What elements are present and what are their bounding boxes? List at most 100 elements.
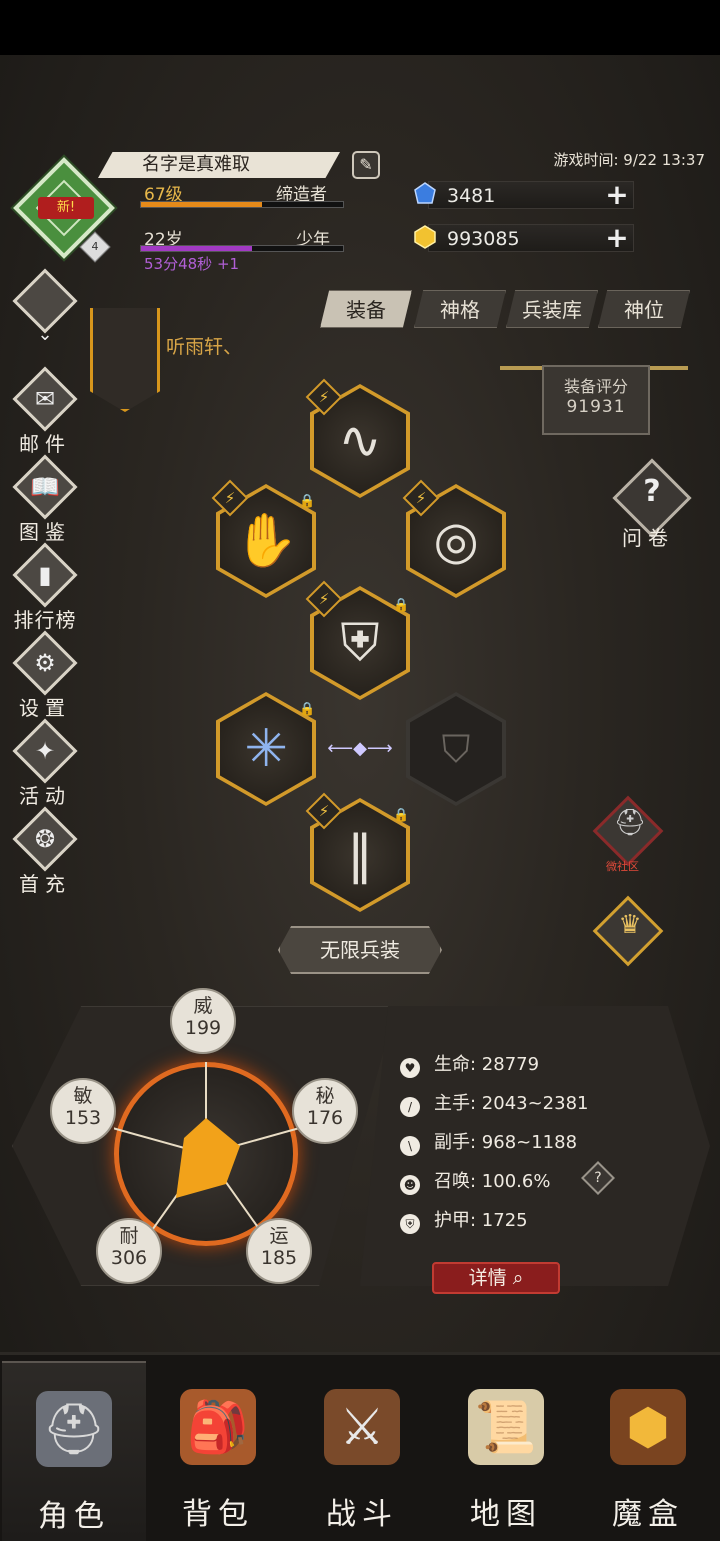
side-item-label: 活动 <box>19 784 71 808</box>
survey-label: 问卷 <box>622 526 674 550</box>
community-label: 微社区 <box>606 860 639 873</box>
avatar-level-number: 4 <box>91 240 99 253</box>
stat-wei: 威 199 <box>170 988 236 1054</box>
new-badge: 新! <box>38 197 94 219</box>
side-item-first-recharge[interactable]: ❂ 首充 <box>8 806 82 898</box>
status-bar <box>0 0 720 55</box>
score-value: 91931 <box>566 397 626 417</box>
add-gold-button[interactable]: + <box>603 224 631 253</box>
lock-icon: 🔒 <box>393 808 410 823</box>
side-item-handbook[interactable]: 📖 图鉴 <box>8 454 82 546</box>
chevron-down-icon: ⌄ <box>37 324 53 345</box>
nav-label: 战斗 <box>326 1497 398 1532</box>
gem-amount: 3481 <box>447 185 496 207</box>
side-item-label: 首充 <box>19 872 71 896</box>
character-screen: { "header": { "name": "名字是真难取", "level":… <box>0 0 720 1541</box>
guild-banner[interactable] <box>90 308 160 412</box>
age-timer: 53分48秒 +1 <box>144 255 240 273</box>
lock-icon: 🔒 <box>299 702 316 717</box>
bolt-icon: ⚡ <box>224 489 236 507</box>
weapon-link-icon: ⟵◆⟶ <box>327 738 393 759</box>
book-icon: 📖 <box>30 473 60 501</box>
first-recharge-icon: ❂ <box>34 825 56 853</box>
bolt-icon: ⚡ <box>415 489 427 507</box>
blue-gem-icon <box>414 182 436 204</box>
helmet-icon: ⛑ <box>36 1391 112 1467</box>
gem-currency-box: 3481 + <box>428 181 634 209</box>
pencil-icon: ✎ <box>359 155 373 174</box>
shield-icon: ⛉ <box>410 696 502 802</box>
stat-mi: 秘 176 <box>292 1078 358 1144</box>
gold-amount: 993085 <box>447 228 520 250</box>
guild-name: 听雨轩、 <box>166 336 243 358</box>
player-name: 名字是真难取 <box>98 152 340 178</box>
edit-name-button[interactable]: ✎ <box>352 151 380 179</box>
question-icon: ? <box>643 474 661 509</box>
tab-divinity[interactable]: 神格 <box>414 290 506 328</box>
attr-mainhand: / 主手: 2043~2381 <box>400 1089 589 1117</box>
nav-battle[interactable]: ⚔ 战斗 <box>290 1361 434 1541</box>
side-item-label: 图鉴 <box>19 520 71 544</box>
stat-nai: 耐 306 <box>96 1218 162 1284</box>
bolt-icon: ⚡ <box>318 388 330 406</box>
bolt-icon: ⚡ <box>318 590 330 608</box>
stat-yun: 运 185 <box>246 1218 312 1284</box>
side-item-ranking[interactable]: ▮ 排行榜 <box>8 542 82 634</box>
nav-label: 背包 <box>182 1497 254 1532</box>
nav-magic-box[interactable]: ⬢ 魔盒 <box>576 1361 720 1541</box>
battle-icon: ⚔ <box>324 1389 400 1465</box>
side-item-settings[interactable]: ⚙ 设置 <box>8 630 82 722</box>
heart-icon: ♥ <box>400 1058 420 1078</box>
nav-backpack[interactable]: 🎒 背包 <box>146 1361 290 1541</box>
magic-box-icon: ⬢ <box>610 1389 686 1465</box>
bottom-nav: ⛑ 角色 🎒 背包 ⚔ 战斗 📜 地图 ⬢ 魔盒 <box>0 1352 720 1541</box>
score-label: 装备评分 <box>563 377 628 396</box>
nav-label: 地图 <box>470 1497 542 1532</box>
lock-icon: 🔒 <box>299 494 316 509</box>
lock-icon: 🔒 <box>393 598 410 613</box>
sword-icon: / <box>400 1097 420 1117</box>
infinite-armament-button[interactable]: 无限兵装 <box>278 926 442 974</box>
nav-label: 魔盒 <box>612 1497 684 1532</box>
search-icon: ⌕ <box>512 1267 524 1289</box>
side-item-label: 设置 <box>19 696 71 720</box>
gold-gem-icon <box>414 225 436 249</box>
map-icon: 📜 <box>468 1389 544 1465</box>
side-item-events[interactable]: ✦ 活动 <box>8 718 82 810</box>
offhand-icon: \ <box>400 1136 420 1156</box>
age-progress-bar <box>140 245 344 252</box>
side-item-mail[interactable]: ✉ 邮件 <box>8 366 82 458</box>
gear-icon: ⚙ <box>34 649 56 677</box>
radar-shape <box>176 1118 240 1198</box>
side-item-label: 邮件 <box>19 432 71 456</box>
knight-helmet-icon: ⛑ <box>613 808 647 838</box>
game-time: 游戏时间: 9/22 13:37 <box>553 151 705 169</box>
tab-equipment[interactable]: 装备 <box>320 290 412 328</box>
side-item-label: 排行榜 <box>13 608 77 632</box>
tab-armory[interactable]: 兵装库 <box>506 290 598 328</box>
side-menu-toggle[interactable]: ⌄ <box>8 268 82 360</box>
mail-icon: ✉ <box>34 385 56 413</box>
event-icon: ✦ <box>34 737 56 765</box>
nav-character[interactable]: ⛑ 角色 <box>2 1361 146 1541</box>
stat-min: 敏 153 <box>50 1078 116 1144</box>
question-icon: ? <box>594 1170 602 1186</box>
bolt-icon: ⚡ <box>318 802 330 820</box>
add-gems-button[interactable]: + <box>603 181 631 210</box>
nav-label: 角色 <box>38 1499 110 1534</box>
equipment-score-board: 装备评分 91931 <box>542 365 650 435</box>
attr-summon: ☻ 召唤: 100.6% <box>400 1167 550 1195</box>
ranking-icon: ▮ <box>38 561 52 589</box>
details-button[interactable]: 详情 ⌕ <box>432 1262 560 1294</box>
level-progress-bar <box>140 201 344 208</box>
nav-map[interactable]: 📜 地图 <box>434 1361 578 1541</box>
equip-slot-offhand[interactable]: ⛉ <box>406 692 506 806</box>
backpack-icon: 🎒 <box>180 1389 256 1465</box>
summon-icon: ☻ <box>400 1175 420 1195</box>
armor-icon: ⛨ <box>400 1214 420 1234</box>
attr-offhand: \ 副手: 968~1188 <box>400 1128 577 1156</box>
tab-god-position[interactable]: 神位 <box>598 290 690 328</box>
attr-armor: ⛨ 护甲: 1725 <box>400 1206 528 1234</box>
crown-icon: ♛ <box>618 910 642 940</box>
gold-currency-box: 993085 + <box>428 224 634 252</box>
